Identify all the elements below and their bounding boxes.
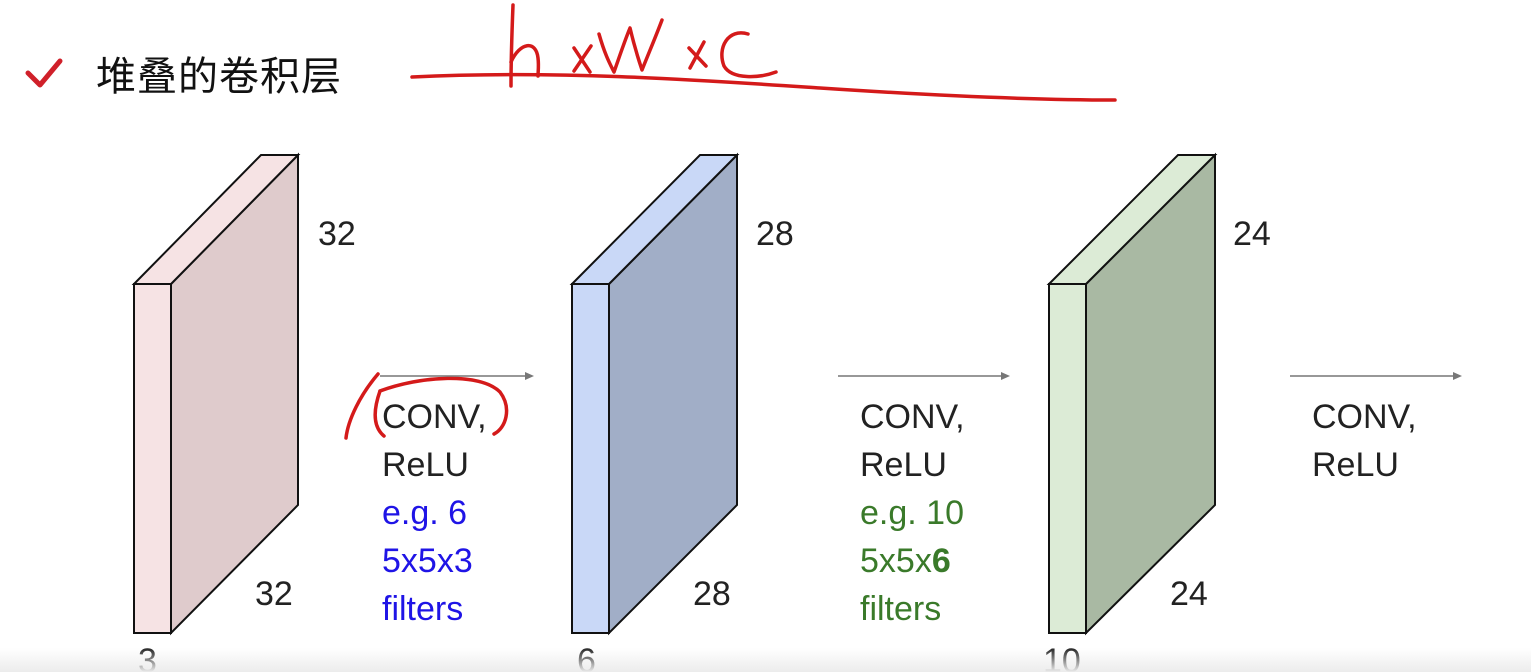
op2-filter-size: 5x5x6	[860, 542, 951, 580]
op1-relu: ReLU	[382, 446, 469, 484]
op1-filter-size: 5x5x3	[382, 542, 473, 580]
op1-conv: CONV,	[382, 398, 487, 436]
volume-conv2-height-label: 24	[1233, 215, 1271, 253]
volume-input	[131, 152, 301, 636]
volume-conv2-width-label: 24	[1170, 575, 1208, 613]
volume-input-width-label: 32	[255, 575, 293, 613]
volume-conv1	[569, 152, 740, 636]
cnn-diagram	[131, 3, 1462, 636]
operation-1: CONV, ReLU e.g. 6 5x5x3 filters	[382, 393, 487, 633]
volume-conv1-height-label: 28	[756, 215, 794, 253]
volume-conv2	[1046, 152, 1218, 636]
volume-input-front	[133, 283, 172, 634]
op1-filters: filters	[382, 590, 464, 628]
op2-filter-count: e.g. 10	[860, 494, 964, 532]
op2-filters: filters	[860, 590, 942, 628]
volume-conv1-front	[571, 283, 610, 634]
operation-2: CONV, ReLU e.g. 10 5x5x6 filters	[860, 393, 965, 633]
volume-input-height-label: 32	[318, 215, 356, 253]
slide: 堆叠的卷积层 32 32 28 28 24 24 CONV, ReLU e.g.…	[0, 0, 1531, 672]
op3-relu: ReLU	[1312, 446, 1399, 484]
arrow-3	[1290, 372, 1462, 380]
volume-conv1-width-label: 28	[693, 575, 731, 613]
op3-conv: CONV,	[1312, 398, 1417, 436]
volume-conv2-front	[1048, 283, 1087, 634]
operation-3: CONV, ReLU	[1312, 393, 1417, 489]
op1-filter-count: e.g. 6	[382, 494, 468, 532]
bottom-fade	[0, 648, 1531, 672]
op2-conv: CONV,	[860, 398, 965, 436]
arrow-2	[838, 372, 1010, 380]
op2-relu: ReLU	[860, 446, 947, 484]
